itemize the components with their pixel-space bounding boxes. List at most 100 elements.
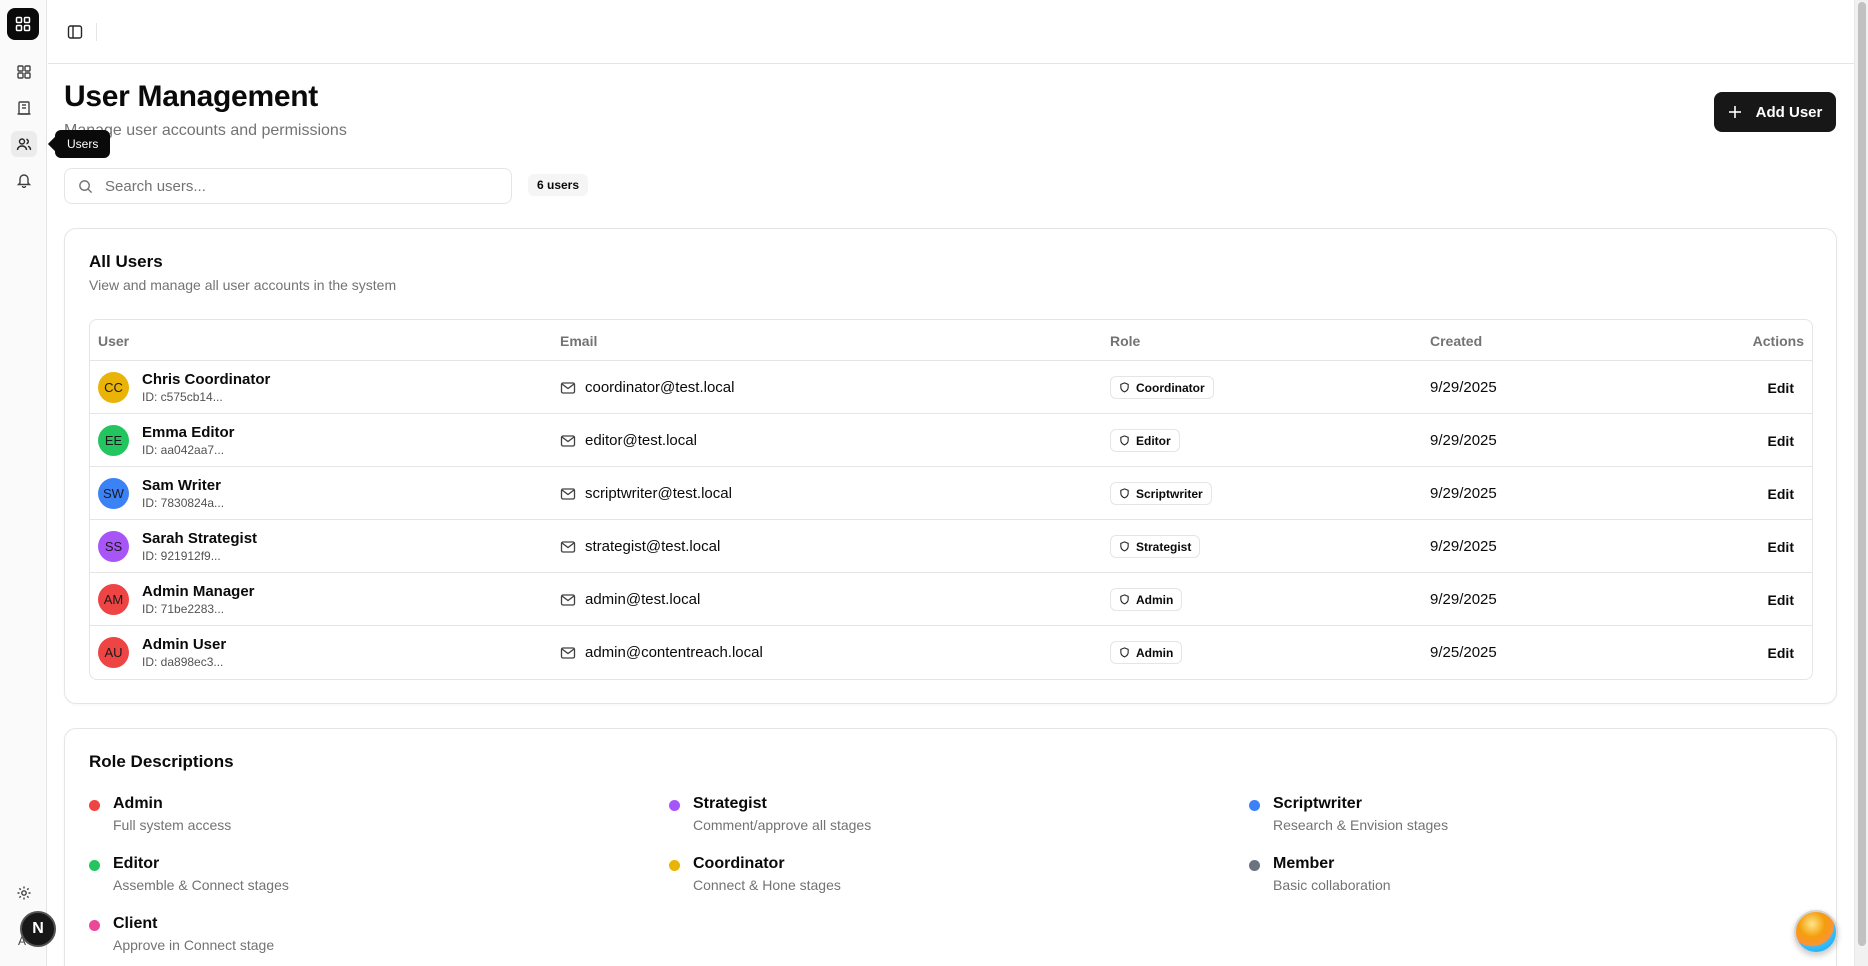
- role-badge: Scriptwriter: [1110, 482, 1212, 505]
- role-name: Coordinator: [693, 855, 785, 872]
- role-badge-label: Scriptwriter: [1136, 486, 1203, 501]
- role-name: Editor: [113, 855, 160, 872]
- app-logo-icon[interactable]: [7, 8, 39, 40]
- role-color-dot: [89, 920, 100, 931]
- organization-nav-icon[interactable]: [11, 95, 37, 121]
- table-row[interactable]: CC Chris Coordinator ID: c575cb14... coo…: [90, 361, 1812, 414]
- topbar-divider: [96, 23, 97, 41]
- role-name: Client: [113, 915, 158, 932]
- user-avatar: SS: [98, 531, 129, 562]
- email-text: strategist@test.local: [585, 538, 721, 555]
- role-color-dot: [89, 860, 100, 871]
- dashboard-nav-icon[interactable]: [11, 59, 37, 85]
- assistant-launcher-icon[interactable]: [1794, 910, 1838, 954]
- email-text: editor@test.local: [585, 432, 697, 449]
- role-color-dot: [1249, 800, 1260, 811]
- card-description: View and manage all user accounts in the…: [89, 277, 397, 293]
- role-badge: Admin: [1110, 641, 1183, 664]
- email-text: coordinator@test.local: [585, 379, 735, 396]
- add-user-label: Add User: [1755, 103, 1823, 121]
- role-color-dot: [669, 860, 680, 871]
- user-email: editor@test.local: [560, 414, 697, 467]
- edit-button[interactable]: Edit: [1768, 520, 1794, 573]
- role-description: Approve in Connect stage: [113, 937, 275, 953]
- email-text: scriptwriter@test.local: [585, 485, 732, 502]
- column-header-actions: Actions: [1752, 332, 1804, 349]
- mail-icon: [560, 381, 576, 394]
- notifications-nav-icon[interactable]: [11, 167, 37, 193]
- user-name: Admin User: [142, 636, 227, 653]
- user-id: ID: c575cb14...: [142, 390, 223, 404]
- edit-button[interactable]: Edit: [1768, 414, 1794, 467]
- mail-icon: [560, 540, 576, 553]
- shield-icon: [1120, 488, 1129, 499]
- user-email: strategist@test.local: [560, 520, 720, 573]
- user-avatar[interactable]: N: [20, 911, 56, 947]
- add-user-button[interactable]: Add User: [1714, 92, 1836, 132]
- user-name: Admin Manager: [142, 583, 255, 600]
- user-avatar: CC: [98, 372, 129, 403]
- role-name: Admin: [113, 795, 163, 812]
- user-avatar: AM: [98, 584, 129, 615]
- user-id: ID: 921912f9...: [142, 549, 221, 563]
- role-badge-label: Coordinator: [1136, 380, 1205, 395]
- mail-icon: [560, 434, 576, 447]
- table-row[interactable]: EE Emma Editor ID: aa042aa7... editor@te…: [90, 414, 1812, 467]
- role-descriptions-card: Role Descriptions Admin Full system acce…: [64, 728, 1837, 966]
- user-name: Emma Editor: [142, 424, 235, 441]
- table-row[interactable]: SW Sam Writer ID: 7830824a... scriptwrit…: [90, 467, 1812, 520]
- email-text: admin@test.local: [585, 591, 701, 608]
- user-email: admin@test.local: [560, 573, 700, 626]
- role-name: Member: [1273, 855, 1335, 872]
- table-body: CC Chris Coordinator ID: c575cb14... coo…: [90, 361, 1812, 679]
- table-row[interactable]: SS Sarah Strategist ID: 921912f9... stra…: [90, 520, 1812, 573]
- role-color-dot: [1249, 860, 1260, 871]
- edit-button[interactable]: Edit: [1768, 573, 1794, 626]
- edit-button[interactable]: Edit: [1768, 361, 1794, 414]
- page-title: User Management: [64, 80, 318, 113]
- sidebar-toggle-icon[interactable]: [62, 19, 88, 45]
- user-id: ID: 7830824a...: [142, 496, 225, 510]
- scrollbar-thumb[interactable]: [1858, 2, 1866, 946]
- created-date: 9/29/2025: [1430, 379, 1497, 396]
- users-tooltip: Users: [55, 130, 111, 158]
- role-description: Assemble & Connect stages: [113, 877, 289, 893]
- settings-gear-icon[interactable]: [11, 880, 37, 906]
- edit-button[interactable]: Edit: [1768, 467, 1794, 520]
- edit-button[interactable]: Edit: [1768, 626, 1794, 679]
- shield-icon: [1120, 647, 1129, 658]
- role-badge-label: Editor: [1136, 433, 1171, 448]
- table-row[interactable]: AU Admin User ID: da898ec3... admin@cont…: [90, 626, 1812, 679]
- sidebar: A: [0, 0, 47, 966]
- role-badge-label: Strategist: [1136, 539, 1192, 554]
- page-scrollbar[interactable]: [1854, 0, 1868, 966]
- user-avatar: AU: [98, 637, 129, 668]
- users-nav-icon[interactable]: [11, 131, 37, 157]
- column-header-role[interactable]: Role: [1110, 320, 1140, 361]
- role-badge: Editor: [1110, 429, 1180, 452]
- search-input[interactable]: [105, 177, 485, 195]
- user-avatar: SW: [98, 478, 129, 509]
- created-date: 9/29/2025: [1430, 591, 1497, 608]
- role-color-dot: [89, 800, 100, 811]
- role-description: Full system access: [113, 817, 232, 833]
- user-email: admin@contentreach.local: [560, 626, 763, 679]
- table-row[interactable]: AM Admin Manager ID: 71be2283... admin@t…: [90, 573, 1812, 626]
- column-header-email[interactable]: Email: [560, 320, 597, 361]
- mail-icon: [560, 593, 576, 606]
- role-description: Basic collaboration: [1273, 877, 1391, 893]
- role-description: Comment/approve all stages: [693, 817, 872, 833]
- role-name: Strategist: [693, 795, 767, 812]
- shield-icon: [1120, 541, 1129, 552]
- search-box[interactable]: [64, 168, 512, 204]
- user-id: ID: 71be2283...: [142, 602, 225, 616]
- role-badge: Coordinator: [1110, 376, 1214, 399]
- created-date: 9/29/2025: [1430, 538, 1497, 555]
- column-header-user[interactable]: User: [98, 320, 129, 361]
- user-id: ID: aa042aa7...: [142, 443, 225, 457]
- role-description: Research & Envision stages: [1273, 817, 1449, 833]
- mail-icon: [560, 646, 576, 659]
- column-header-created[interactable]: Created: [1430, 320, 1482, 361]
- users-table: User Email Role Created Actions CC Chris…: [89, 319, 1813, 680]
- role-badge: Admin: [1110, 588, 1183, 611]
